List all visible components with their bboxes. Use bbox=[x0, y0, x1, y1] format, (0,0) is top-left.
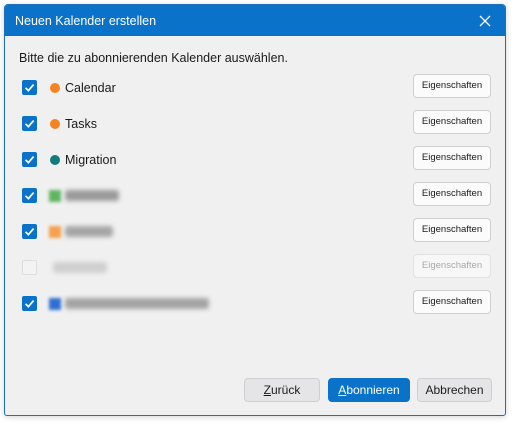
close-button[interactable] bbox=[465, 5, 505, 36]
checkmark-icon bbox=[24, 300, 35, 308]
subscribe-calendar-dialog: Neuen Kalender erstellen Bitte die zu ab… bbox=[4, 4, 506, 416]
title-bar: Neuen Kalender erstellen bbox=[5, 5, 505, 36]
calendar-checkbox[interactable] bbox=[22, 224, 37, 239]
properties-button[interactable]: Eigenschaften bbox=[413, 182, 491, 206]
back-button-label: urück bbox=[271, 383, 301, 397]
calendar-checkbox[interactable] bbox=[22, 260, 37, 275]
checkmark-icon bbox=[24, 192, 35, 200]
subscribe-button-label: bonnieren bbox=[346, 383, 400, 397]
checkmark-icon bbox=[24, 228, 35, 236]
calendar-checkbox[interactable] bbox=[22, 188, 37, 203]
calendar-row: Calendar Eigenschaften bbox=[5, 74, 505, 102]
dialog-content: Bitte die zu abonnierenden Kalender ausw… bbox=[5, 36, 505, 415]
calendar-name: Migration bbox=[65, 153, 117, 167]
obscured-calendar-name bbox=[65, 190, 119, 201]
calendar-color-swatch bbox=[49, 298, 61, 310]
dialog-title: Neuen Kalender erstellen bbox=[15, 14, 157, 28]
calendar-row: Eigenschaften bbox=[5, 218, 505, 246]
obscured-calendar-name bbox=[53, 262, 107, 273]
checkmark-icon bbox=[24, 84, 35, 92]
properties-button[interactable]: Eigenschaften bbox=[413, 290, 491, 314]
calendar-color-dot bbox=[50, 155, 60, 165]
calendar-row: Eigenschaften bbox=[5, 254, 505, 282]
instruction-text: Bitte die zu abonnierenden Kalender ausw… bbox=[19, 51, 288, 65]
calendar-color-dot bbox=[50, 83, 60, 93]
calendar-name: Tasks bbox=[65, 117, 97, 131]
properties-button[interactable]: Eigenschaften bbox=[413, 146, 491, 170]
calendar-color-swatch bbox=[49, 226, 61, 238]
subscribe-button[interactable]: Abonnieren bbox=[328, 378, 410, 402]
calendar-checkbox[interactable] bbox=[22, 116, 37, 131]
calendar-checkbox[interactable] bbox=[22, 80, 37, 95]
properties-button[interactable]: Eigenschaften bbox=[413, 110, 491, 134]
calendar-row: Migration Eigenschaften bbox=[5, 146, 505, 174]
calendar-row: Eigenschaften bbox=[5, 290, 505, 318]
checkmark-icon bbox=[24, 120, 35, 128]
obscured-calendar-name bbox=[65, 226, 113, 237]
calendar-checkbox[interactable] bbox=[22, 296, 37, 311]
calendar-row: Tasks Eigenschaften bbox=[5, 110, 505, 138]
properties-button: Eigenschaften bbox=[413, 254, 491, 278]
calendar-row: Eigenschaften bbox=[5, 182, 505, 210]
back-button[interactable]: Zurück bbox=[244, 378, 320, 402]
cancel-button[interactable]: Abbrechen bbox=[417, 378, 492, 402]
calendar-color-swatch bbox=[49, 190, 61, 202]
calendar-name: Calendar bbox=[65, 81, 116, 95]
properties-button[interactable]: Eigenschaften bbox=[413, 218, 491, 242]
calendar-checkbox[interactable] bbox=[22, 152, 37, 167]
calendar-color-dot bbox=[50, 119, 60, 129]
checkmark-icon bbox=[24, 156, 35, 164]
back-button-mnemonic: Z bbox=[263, 383, 271, 397]
obscured-calendar-name bbox=[65, 298, 209, 309]
close-icon bbox=[479, 15, 491, 26]
properties-button[interactable]: Eigenschaften bbox=[413, 74, 491, 98]
